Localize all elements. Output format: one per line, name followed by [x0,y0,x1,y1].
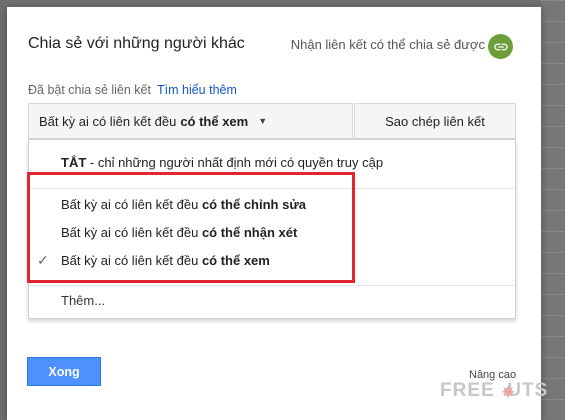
spreadsheet-background [541,0,565,420]
menu-item-more[interactable]: Thêm... [29,293,515,308]
watermark-logo: FREETUTS [440,380,549,401]
link-sharing-status-text: Đã bật chia sẻ liên kết [28,83,151,97]
access-selected: có thể xem [180,113,249,129]
annotation-highlight-box [27,172,355,283]
dialog-title: Chia sẻ với những người khác [28,35,245,52]
learn-more-link[interactable]: Tìm hiểu thêm [157,83,237,97]
menu-item-off-strong: TẮT [61,155,87,170]
chain-link-icon [493,43,508,50]
access-prefix: Bất kỳ ai có liên kết đều [39,113,177,129]
menu-item-off-desc: - chỉ những người nhất định mới có quyền… [86,155,384,170]
done-button[interactable]: Xong [27,357,101,386]
chevron-down-icon: ▼ [258,116,268,126]
link-icon[interactable] [488,34,513,59]
copy-link-button[interactable]: Sao chép liên kết [354,103,516,139]
menu-divider [29,285,515,286]
watermark-emblem-icon: ✸ [501,383,516,402]
menu-item-off[interactable]: TẮT - chỉ những người nhất định mới có q… [29,155,515,170]
link-sharing-status: Đã bật chia sẻ liên kết Tìm hiểu thêm [28,83,237,97]
get-shareable-link-label[interactable]: Nhận liên kết có thể chia sẻ được [291,37,485,52]
link-access-dropdown[interactable]: Bất kỳ ai có liên kết đều có thể xem ▼ [28,103,353,139]
